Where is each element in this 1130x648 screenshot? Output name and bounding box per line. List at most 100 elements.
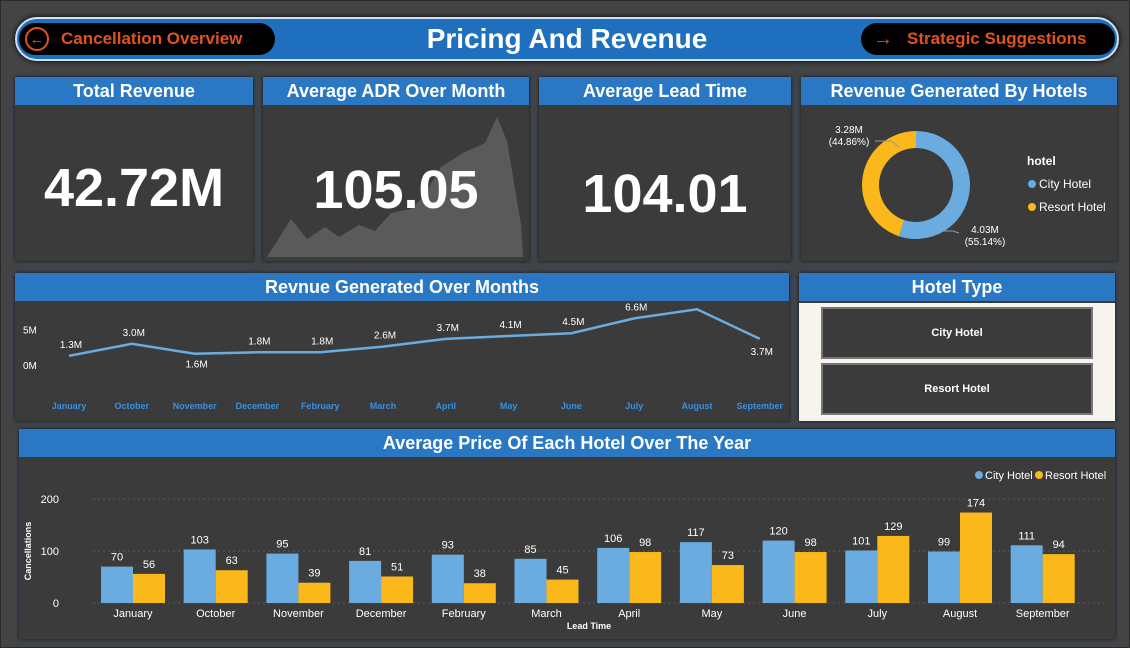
- line-x-tick: December: [236, 401, 280, 411]
- bar-city-hotel[interactable]: [845, 550, 878, 603]
- bar-city-hotel[interactable]: [679, 542, 712, 603]
- bar-city-hotel[interactable]: [349, 560, 382, 603]
- bar-data-label: 45: [556, 565, 568, 577]
- bar-x-tick: February: [442, 608, 487, 620]
- line-y-tick: 5M: [23, 326, 37, 337]
- total-revenue-value: 42.72M: [43, 158, 225, 218]
- bar-resort-hotel[interactable]: [794, 552, 827, 603]
- legend-city-swatch: [1028, 180, 1036, 188]
- line-data-label: 1.6M: [185, 360, 207, 371]
- revenue-line-series: [68, 307, 761, 358]
- bar-resort-hotel[interactable]: [629, 552, 662, 603]
- line-x-tick: September: [737, 401, 784, 411]
- revenue-over-months-title: Revnue Generated Over Months: [15, 273, 789, 301]
- bar-resort-hotel[interactable]: [133, 573, 165, 603]
- revenue-over-months-card: Revnue Generated Over Months 0M 5M 1.3M Jan…: [15, 273, 789, 421]
- revenue-donut-chart: 3.28M (44.86%) 4.03M (55.14%) hotel City…: [829, 125, 1106, 248]
- avg-adr-title: Average ADR Over Month: [263, 77, 529, 105]
- avg-price-title: Average Price Of Each Hotel Over The Yea…: [19, 429, 1115, 457]
- bar-city-hotel[interactable]: [1010, 545, 1043, 603]
- bar-data-label: 99: [938, 537, 950, 549]
- line-data-label: 4.1M: [499, 320, 521, 331]
- avg-price-card: Average Price Of Each Hotel Over The Yea…: [19, 429, 1115, 639]
- line-x-tick: June: [561, 401, 582, 411]
- bar-data-label: 117: [687, 527, 705, 539]
- bar-data-label: 106: [604, 533, 622, 545]
- header-bar: ← Cancellation Overview Pricing And Reve…: [15, 17, 1119, 61]
- bar-resort-hotel[interactable]: [877, 535, 910, 603]
- line-x-tick: January: [52, 401, 87, 411]
- line-x-tick: July: [625, 401, 643, 411]
- bar-y-tick: 100: [41, 546, 59, 558]
- bar-data-label: 93: [442, 540, 454, 552]
- arrow-right-icon: →: [873, 28, 893, 50]
- bar-resort-hotel[interactable]: [711, 565, 744, 603]
- bar-resort-hotel[interactable]: [546, 579, 579, 603]
- bar-resort-hotel[interactable]: [960, 512, 992, 603]
- bar-x-tick: April: [618, 608, 640, 620]
- bar-data-label: 81: [359, 546, 371, 558]
- bar-city-hotel[interactable]: [101, 566, 133, 603]
- bar-data-label: 174: [967, 498, 985, 510]
- bar-legend-resort[interactable]: Resort Hotel: [1045, 470, 1106, 482]
- slicer-body: City Hotel Resort Hotel: [799, 303, 1115, 421]
- bar-city-hotel[interactable]: [514, 558, 547, 603]
- donut-label-city-pct: (55.14%): [965, 237, 1006, 248]
- avg-adr-card: Average ADR Over Month 105.05: [263, 77, 529, 261]
- bar-resort-hotel[interactable]: [381, 576, 414, 603]
- bar-x-tick: November: [273, 608, 324, 620]
- bar-legend-resort-swatch: [1035, 471, 1043, 479]
- line-x-tick: November: [173, 401, 218, 411]
- donut-label-city-value: 4.03M: [971, 225, 999, 236]
- avg-price-bar-chart: 0 100 200 Cancellations Lead Time 70 56 January…: [23, 470, 1106, 631]
- donut-slice-resort-hotel[interactable]: [862, 131, 916, 237]
- bar-resort-hotel[interactable]: [1042, 554, 1075, 603]
- avg-lead-time-card: Average Lead Time 104.01: [539, 77, 791, 261]
- avg-lead-time-title: Average Lead Time: [539, 77, 791, 105]
- bar-x-tick: August: [943, 608, 977, 620]
- bar-resort-hotel[interactable]: [463, 583, 496, 603]
- slicer-option-resort-hotel[interactable]: Resort Hotel: [821, 363, 1093, 415]
- bar-city-hotel[interactable]: [597, 547, 630, 603]
- bar-data-label: 51: [391, 561, 403, 573]
- bar-city-hotel[interactable]: [431, 554, 464, 603]
- hotel-type-title: Hotel Type: [799, 273, 1115, 301]
- donut-legend-resort[interactable]: Resort Hotel: [1039, 200, 1106, 214]
- dashboard-frame: ← Cancellation Overview Pricing And Reve…: [0, 0, 1130, 648]
- cancellation-overview-button[interactable]: ← Cancellation Overview: [19, 23, 275, 55]
- bar-data-label: 120: [769, 526, 787, 538]
- donut-legend-city[interactable]: City Hotel: [1039, 177, 1091, 191]
- total-revenue-card: Total Revenue 42.72M: [15, 77, 253, 261]
- bar-x-tick: January: [113, 608, 153, 620]
- bar-legend-city[interactable]: City Hotel: [985, 470, 1033, 482]
- bar-data-label: 103: [191, 534, 209, 546]
- bar-data-label: 73: [722, 550, 734, 562]
- line-y-tick: 0M: [23, 361, 37, 372]
- bar-resort-hotel[interactable]: [215, 570, 248, 603]
- line-data-label: 6.6M: [625, 303, 647, 313]
- bar-resort-hotel[interactable]: [298, 582, 331, 603]
- strategic-suggestions-button[interactable]: → Strategic Suggestions: [861, 23, 1115, 55]
- bar-y-tick: 0: [53, 598, 59, 610]
- revenue-line-chart: 0M 5M 1.3M January 3.0M October 1.6M November 1.…: [23, 303, 784, 411]
- bar-y-axis-label: Cancellations: [23, 522, 33, 581]
- bar-city-hotel[interactable]: [928, 551, 960, 603]
- line-data-label: 3.7M: [751, 347, 773, 358]
- bar-data-label: 98: [804, 537, 816, 549]
- bar-x-axis-label: Lead Time: [567, 621, 611, 631]
- bar-x-tick: October: [196, 608, 235, 620]
- bar-city-hotel[interactable]: [266, 553, 299, 603]
- line-data-label: 4.5M: [562, 317, 584, 328]
- bar-city-hotel[interactable]: [762, 540, 795, 603]
- bar-data-label: 95: [276, 539, 288, 551]
- donut-label-resort-value: 3.28M: [835, 125, 863, 136]
- slicer-option-city-hotel[interactable]: City Hotel: [821, 307, 1093, 359]
- bar-city-hotel[interactable]: [183, 549, 216, 603]
- line-data-label: 3.0M: [123, 328, 145, 339]
- revenue-by-hotel-card: Revenue Generated By Hotels 3.28M (44.86…: [801, 77, 1117, 261]
- avg-adr-value: 105.05: [313, 160, 479, 220]
- bar-x-tick: March: [531, 608, 562, 620]
- bar-data-label: 85: [524, 544, 536, 556]
- bar-data-label: 70: [111, 552, 123, 564]
- bar-x-tick: June: [783, 608, 807, 620]
